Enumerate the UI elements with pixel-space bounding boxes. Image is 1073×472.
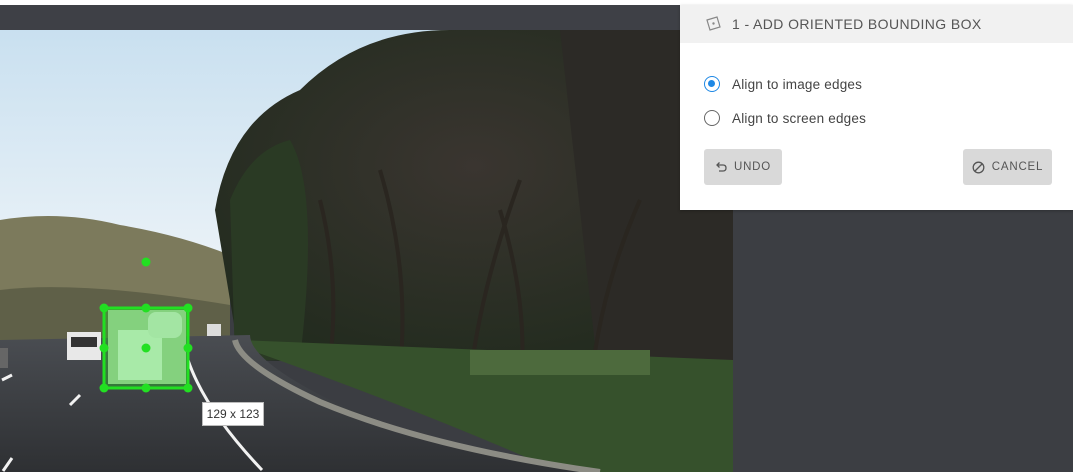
align-image-edges-radio[interactable] — [704, 76, 720, 92]
cancel-icon — [972, 161, 985, 173]
corner-handle-tl[interactable] — [99, 303, 109, 313]
corner-handle-tr[interactable] — [183, 303, 193, 313]
edge-handle-right[interactable] — [183, 343, 193, 353]
align-image-edges-label: Align to image edges — [732, 76, 863, 92]
edge-handle-bottom[interactable] — [141, 383, 151, 393]
cancel-label: CANCEL — [991, 161, 1044, 173]
rotation-handle[interactable] — [141, 257, 151, 267]
undo-icon — [716, 162, 727, 172]
corner-handle-br[interactable] — [183, 383, 193, 393]
center-handle[interactable] — [141, 343, 151, 353]
box-dimensions-label: 129 x 123 — [202, 402, 264, 426]
oriented-box-icon — [706, 16, 721, 31]
undo-label: UNDO — [733, 161, 772, 173]
annotation-tool-panel: 1 - ADD ORIENTED BOUNDING BOX Align to i… — [680, 5, 1073, 210]
align-screen-edges-option[interactable]: Align to screen edges — [704, 110, 866, 126]
panel-title: 1 - ADD ORIENTED BOUNDING BOX — [732, 16, 982, 32]
panel-header: 1 - ADD ORIENTED BOUNDING BOX — [680, 5, 1073, 43]
bounding-box[interactable] — [0, 0, 300, 400]
cancel-button[interactable]: CANCEL — [963, 149, 1052, 185]
align-screen-edges-label: Align to screen edges — [732, 110, 867, 126]
corner-handle-bl[interactable] — [99, 383, 109, 393]
undo-button[interactable]: UNDO — [704, 149, 782, 185]
edge-handle-top[interactable] — [141, 303, 151, 313]
align-image-edges-option[interactable]: Align to image edges — [704, 76, 862, 92]
edge-handle-left[interactable] — [99, 343, 109, 353]
align-screen-edges-radio[interactable] — [704, 110, 720, 126]
